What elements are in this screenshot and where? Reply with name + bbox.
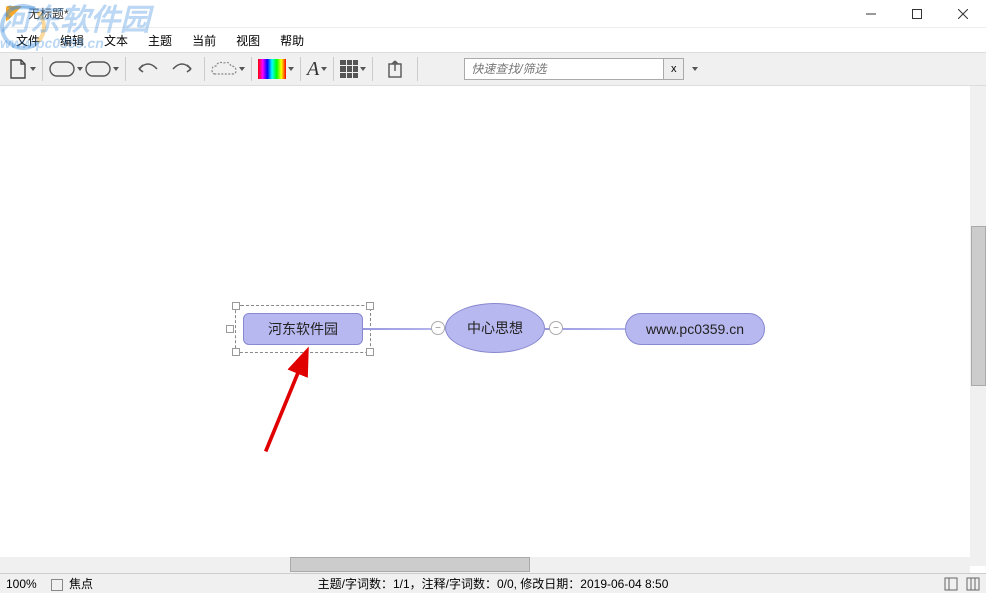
resize-handle[interactable]	[232, 348, 240, 356]
collapse-handle[interactable]: −	[549, 321, 563, 335]
resize-handle[interactable]	[232, 302, 240, 310]
chevron-down-icon	[692, 67, 698, 71]
menu-view[interactable]: 视图	[228, 30, 268, 51]
zoom-level[interactable]: 100%	[6, 577, 37, 591]
scrollbar-thumb[interactable]	[971, 226, 986, 386]
toolbar-separator	[251, 57, 252, 81]
export-button[interactable]	[379, 55, 411, 83]
search-container: x	[464, 58, 684, 80]
toolbar-separator	[300, 57, 301, 81]
scrollbar-thumb[interactable]	[290, 557, 530, 572]
cloud-shape-button[interactable]	[211, 60, 245, 78]
resize-handle[interactable]	[366, 348, 374, 356]
close-button[interactable]	[940, 0, 986, 28]
search-input[interactable]	[464, 58, 664, 80]
mindmap-node-left[interactable]: 河东软件园	[243, 313, 363, 345]
rounded-rect-shape-button[interactable]	[49, 61, 83, 77]
mindmap-node-right[interactable]: www.pc0359.cn	[625, 313, 765, 345]
window-controls	[848, 0, 986, 28]
search-options-button[interactable]	[690, 67, 698, 71]
toolbar-separator	[417, 57, 418, 81]
redo-button[interactable]	[166, 55, 198, 83]
layout-icon[interactable]	[944, 577, 958, 591]
minimize-button[interactable]	[848, 0, 894, 28]
focus-label: 焦点	[69, 577, 93, 591]
menu-text[interactable]: 文本	[96, 30, 136, 51]
chevron-down-icon	[30, 67, 36, 71]
checkbox-icon	[51, 579, 63, 591]
mindmap-node-center[interactable]: 中心思想	[445, 303, 545, 353]
focus-toggle[interactable]: 焦点	[51, 575, 93, 592]
chevron-down-icon	[77, 67, 83, 71]
menu-current[interactable]: 当前	[184, 30, 224, 51]
grid-icon	[340, 60, 358, 78]
chevron-down-icon	[239, 67, 245, 71]
color-picker-button[interactable]	[258, 59, 294, 79]
toolbar-separator	[42, 57, 43, 81]
menubar: 文件 编辑 文本 主题 当前 视图 帮助	[0, 28, 986, 52]
status-info: 主题/字词数：1/1，注释/字词数：0/0, 修改日期：2019-06-04 8…	[318, 575, 669, 592]
arrow-annotation-icon	[255, 346, 335, 456]
watermark-logo-icon	[0, 4, 46, 50]
toolbar-separator	[372, 57, 373, 81]
chevron-down-icon	[321, 67, 327, 71]
toolbar-separator	[125, 57, 126, 81]
chevron-down-icon	[113, 67, 119, 71]
toolbar: A x	[0, 52, 986, 86]
layout-icon[interactable]	[966, 577, 980, 591]
font-button[interactable]: A	[307, 58, 327, 81]
resize-handle[interactable]	[226, 325, 234, 333]
menu-help[interactable]: 帮助	[272, 30, 312, 51]
chevron-down-icon	[360, 67, 366, 71]
horizontal-scrollbar[interactable]	[0, 557, 970, 573]
statusbar: 100% 焦点 主题/字词数：1/1，注释/字词数：0/0, 修改日期：2019…	[0, 573, 986, 593]
undo-button[interactable]	[132, 55, 164, 83]
maximize-button[interactable]	[894, 0, 940, 28]
resize-handle[interactable]	[366, 302, 374, 310]
vertical-scrollbar[interactable]	[970, 86, 986, 566]
grid-button[interactable]	[340, 60, 366, 78]
chevron-down-icon	[288, 67, 294, 71]
toolbar-separator	[204, 57, 205, 81]
collapse-handle[interactable]: −	[431, 321, 445, 335]
rainbow-icon	[258, 59, 286, 79]
canvas[interactable]: − − 河东软件园 中心思想 www.pc0359.cn	[0, 86, 970, 566]
ellipse-shape-button[interactable]	[85, 61, 119, 77]
new-doc-button[interactable]	[8, 58, 36, 80]
menu-topic[interactable]: 主题	[140, 30, 180, 51]
search-clear-button[interactable]: x	[664, 58, 684, 80]
font-icon: A	[307, 58, 319, 81]
menu-edit[interactable]: 编辑	[52, 30, 92, 51]
status-right	[944, 577, 980, 591]
toolbar-separator	[333, 57, 334, 81]
titlebar: 无标题*	[0, 0, 986, 28]
